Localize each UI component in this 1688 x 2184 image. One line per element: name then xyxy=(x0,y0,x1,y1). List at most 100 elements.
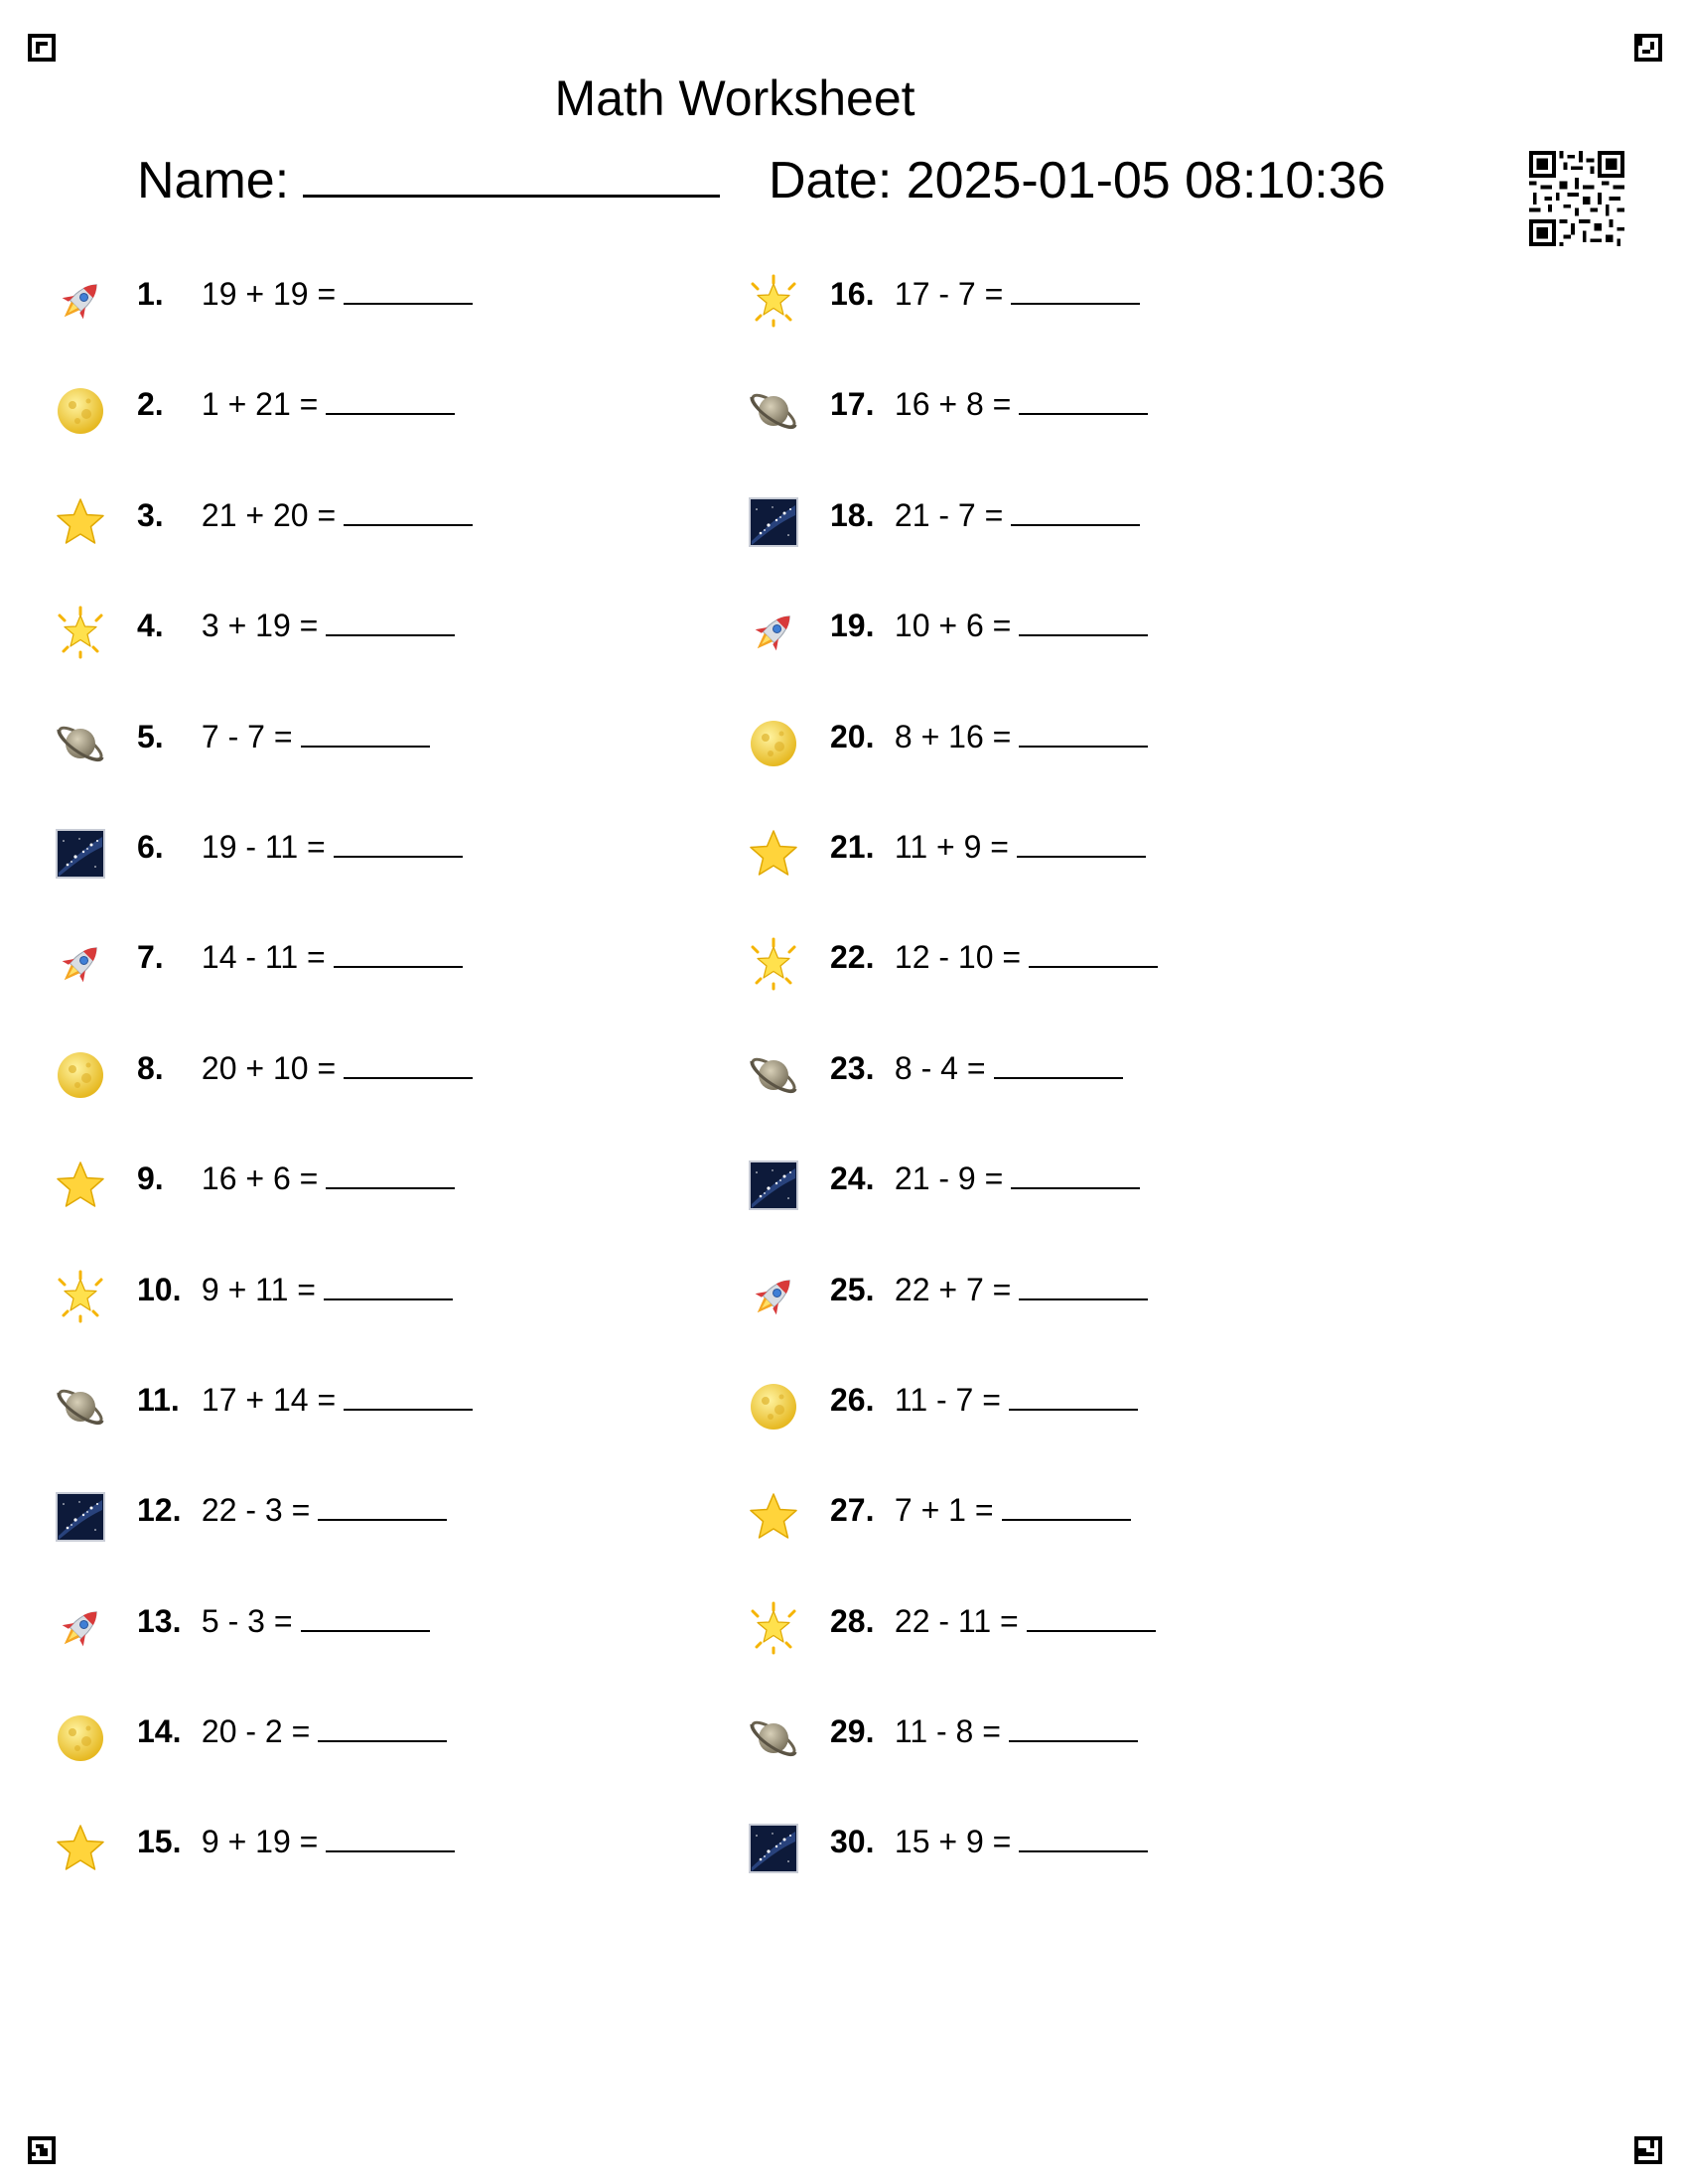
answer-blank[interactable] xyxy=(300,720,430,748)
answer-blank[interactable] xyxy=(326,609,456,637)
problem-text: 13. 5 - 3 = xyxy=(137,1603,430,1640)
rocket-icon xyxy=(54,274,107,328)
problem-expression: 20 + 10 = xyxy=(201,1049,337,1086)
answer-blank[interactable] xyxy=(333,940,463,969)
problem-number: 8. xyxy=(137,1049,164,1086)
star-icon xyxy=(54,1822,107,1875)
rocket-icon xyxy=(747,1270,800,1323)
problem-row: 18. 21 - 7 = xyxy=(747,483,1382,594)
problem-number: 26. xyxy=(830,1381,875,1418)
rocket-icon xyxy=(54,937,107,991)
problem-number: 9. xyxy=(137,1160,164,1197)
moon-icon xyxy=(54,1048,107,1102)
answer-blank[interactable] xyxy=(344,277,474,305)
problem-number: 17. xyxy=(830,386,875,423)
answer-blank[interactable] xyxy=(1019,609,1149,637)
problem-number: 20. xyxy=(830,718,875,754)
problem-expression: 21 - 7 = xyxy=(894,496,1004,533)
problem-expression: 15 + 9 = xyxy=(894,1824,1012,1860)
problem-row: 23. 8 - 4 = xyxy=(747,1036,1382,1147)
answer-blank[interactable] xyxy=(1001,1493,1131,1522)
problem-row: 16. 17 - 7 = xyxy=(747,262,1382,372)
problem-text: 20. 8 + 16 = xyxy=(830,718,1149,755)
problem-row: 15. 9 + 19 = xyxy=(54,1810,689,1920)
date-label: Date: 2025-01-05 08:10:36 xyxy=(769,152,1386,209)
problem-row: 29. 11 - 8 = xyxy=(747,1700,1382,1810)
problem-text: 8. 20 + 10 = xyxy=(137,1049,474,1087)
problem-number: 18. xyxy=(830,496,875,533)
answer-blank[interactable] xyxy=(300,1604,430,1632)
answer-blank[interactable] xyxy=(1019,1825,1149,1853)
answer-blank[interactable] xyxy=(1011,1161,1141,1190)
problem-text: 18. 21 - 7 = xyxy=(830,496,1141,534)
problem-expression: 16 + 6 = xyxy=(201,1160,319,1197)
answer-blank[interactable] xyxy=(993,1051,1123,1079)
problem-expression: 11 + 9 = xyxy=(894,828,1009,865)
problem-number: 7. xyxy=(137,939,164,976)
problem-number: 24. xyxy=(830,1160,875,1197)
answer-blank[interactable] xyxy=(1011,498,1141,526)
problem-expression: 7 - 7 = xyxy=(201,718,293,754)
problem-text: 1. 19 + 19 = xyxy=(137,276,474,313)
problem-row: 12. 22 - 3 = xyxy=(54,1478,689,1588)
problem-number: 6. xyxy=(137,828,164,865)
answer-blank[interactable] xyxy=(333,830,463,858)
problem-row: 19. 10 + 6 = xyxy=(747,594,1382,704)
problem-expression: 5 - 3 = xyxy=(201,1602,293,1639)
name-blank-line[interactable] xyxy=(303,151,721,198)
problem-text: 14. 20 - 2 = xyxy=(137,1713,448,1750)
problem-expression: 22 - 3 = xyxy=(201,1492,311,1529)
qr-code-icon xyxy=(1529,151,1624,246)
answer-blank[interactable] xyxy=(326,387,456,416)
problem-number: 4. xyxy=(137,608,164,644)
answer-blank[interactable] xyxy=(1029,940,1159,969)
answer-blank[interactable] xyxy=(1011,277,1141,305)
problem-row: 30. 15 + 9 = xyxy=(747,1810,1382,1920)
problem-text: 5. 7 - 7 = xyxy=(137,719,430,755)
glowing-star-icon xyxy=(747,1601,800,1655)
problem-expression: 1 + 21 = xyxy=(201,386,319,423)
problem-text: 30. 15 + 9 = xyxy=(830,1824,1149,1860)
name-label: Name: xyxy=(137,152,290,209)
answer-blank[interactable] xyxy=(326,1161,456,1190)
problem-row: 28. 22 - 11 = xyxy=(747,1589,1382,1700)
problems-left-column: 1. 19 + 19 = 2. 1 + 21 = 3. 21 + 20 = 4.… xyxy=(54,262,689,1921)
answer-blank[interactable] xyxy=(1019,1273,1149,1300)
answer-blank[interactable] xyxy=(1026,1604,1156,1632)
problem-number: 23. xyxy=(830,1049,875,1086)
problem-number: 29. xyxy=(830,1713,875,1750)
problem-row: 10. 9 + 11 = xyxy=(54,1258,689,1368)
problem-text: 27. 7 + 1 = xyxy=(830,1492,1131,1529)
answer-blank[interactable] xyxy=(1008,1383,1138,1411)
rocket-icon xyxy=(54,1601,107,1655)
answer-blank[interactable] xyxy=(323,1273,453,1300)
problem-row: 25. 22 + 7 = xyxy=(747,1258,1382,1368)
answer-blank[interactable] xyxy=(1019,720,1149,748)
problem-text: 9. 16 + 6 = xyxy=(137,1160,456,1197)
problem-text: 29. 11 - 8 = xyxy=(830,1713,1138,1750)
answer-blank[interactable] xyxy=(344,1383,474,1411)
fiducial-marker-bottom-right xyxy=(1634,2136,1662,2164)
problem-number: 28. xyxy=(830,1602,875,1639)
milky-way-icon xyxy=(747,1822,800,1875)
answer-blank[interactable] xyxy=(318,1493,448,1522)
page-title: Math Worksheet xyxy=(554,70,915,126)
problem-text: 28. 22 - 11 = xyxy=(830,1603,1156,1640)
answer-blank[interactable] xyxy=(318,1714,448,1743)
problem-number: 30. xyxy=(830,1824,875,1860)
answer-blank[interactable] xyxy=(326,1825,456,1853)
answer-blank[interactable] xyxy=(344,498,474,526)
answer-blank[interactable] xyxy=(1008,1714,1138,1743)
problem-row: 5. 7 - 7 = xyxy=(54,705,689,815)
answer-blank[interactable] xyxy=(1016,830,1146,858)
problem-row: 9. 16 + 6 = xyxy=(54,1147,689,1257)
problem-expression: 21 + 20 = xyxy=(201,496,337,533)
problem-row: 4. 3 + 19 = xyxy=(54,594,689,704)
problem-text: 19. 10 + 6 = xyxy=(830,608,1149,644)
problem-text: 10. 9 + 11 = xyxy=(137,1272,453,1308)
answer-blank[interactable] xyxy=(1019,387,1149,416)
answer-blank[interactable] xyxy=(344,1051,474,1079)
problem-text: 12. 22 - 3 = xyxy=(137,1492,448,1529)
problem-number: 13. xyxy=(137,1602,182,1639)
problem-number: 11. xyxy=(137,1381,180,1418)
